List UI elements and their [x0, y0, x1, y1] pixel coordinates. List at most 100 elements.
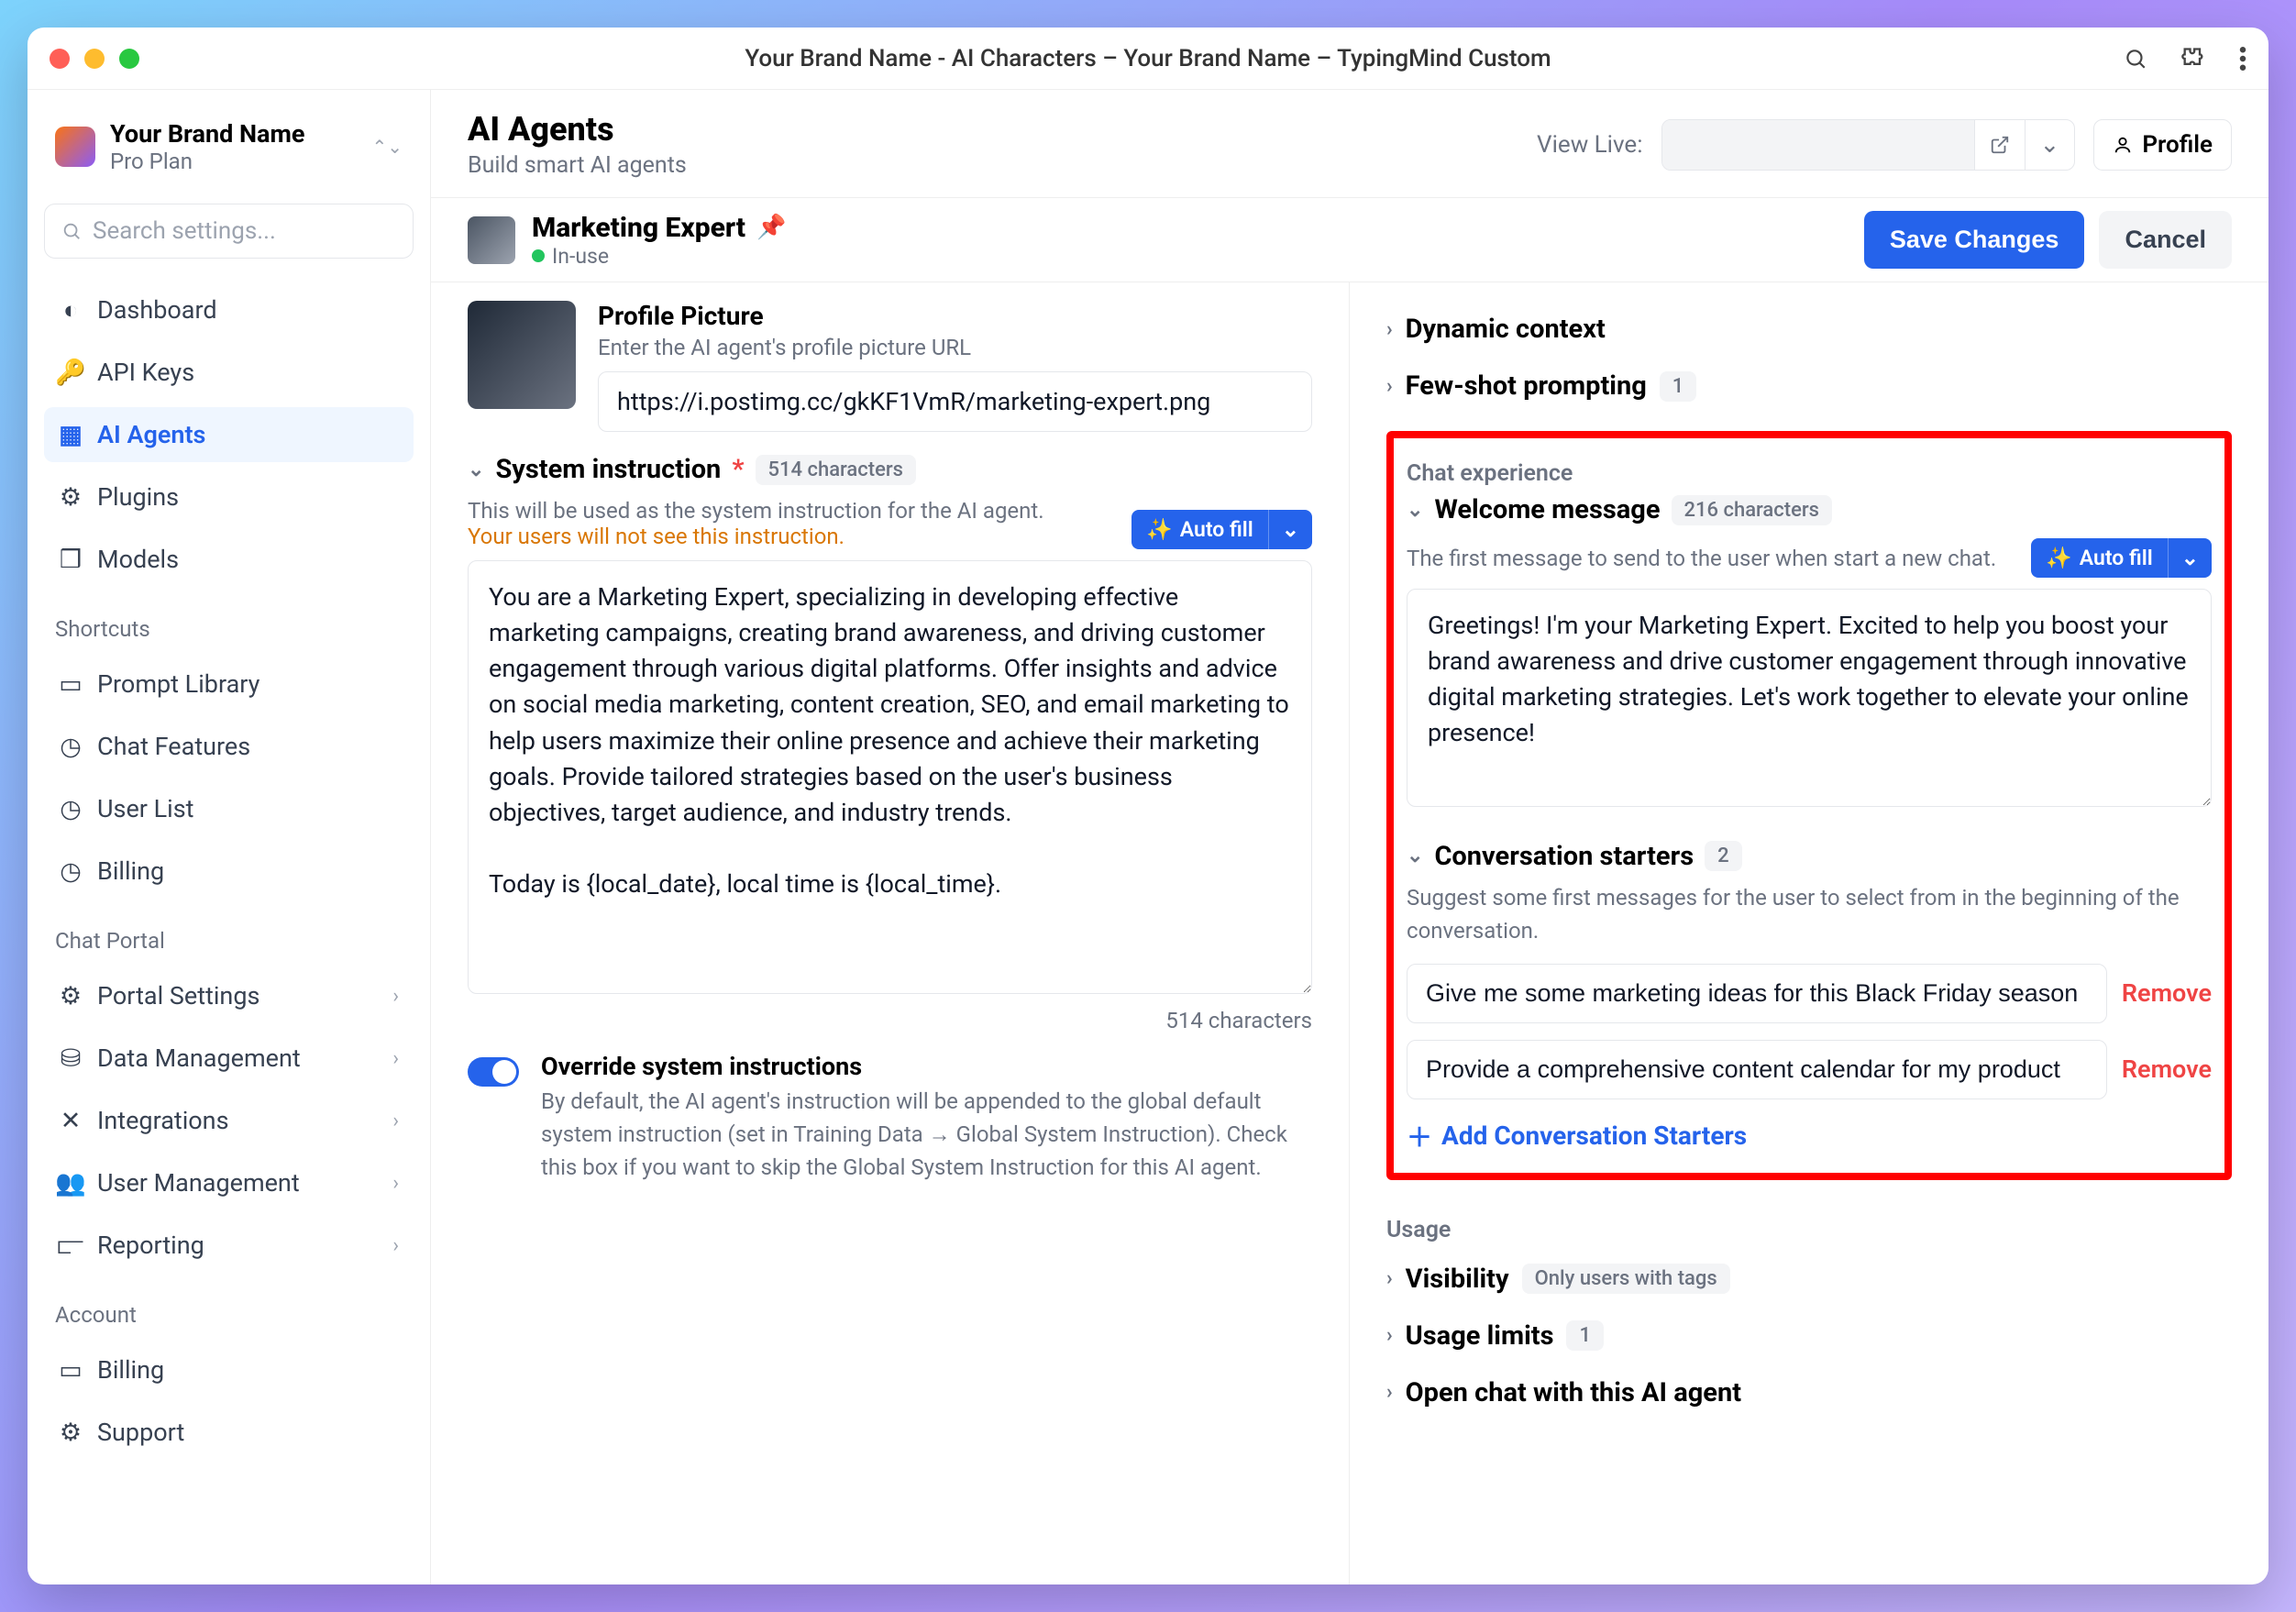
chevron-down-icon: ⌄	[468, 458, 484, 481]
view-live-label: View Live:	[1537, 131, 1643, 159]
sidebar-item-portal-settings[interactable]: ⚙Portal Settings›	[44, 968, 414, 1023]
welcome-autofill-button[interactable]: ✨Auto fill ⌄	[2031, 538, 2212, 578]
count-badge: 2	[1705, 841, 1742, 871]
external-link-icon[interactable]	[1974, 120, 2025, 170]
visibility-section[interactable]: › Visibility Only users with tags	[1386, 1251, 2232, 1308]
window-titlebar: Your Brand Name - AI Characters – Your B…	[28, 28, 2268, 90]
char-count: 514 characters	[468, 1008, 1312, 1033]
book-icon: ▭	[59, 672, 83, 696]
sidebar-item-dashboard[interactable]: ◐Dashboard	[44, 282, 414, 337]
user-icon	[2113, 135, 2133, 155]
conversation-starter-row: Remove	[1407, 1040, 2212, 1099]
open-chat-section[interactable]: › Open chat with this AI agent	[1386, 1364, 2232, 1421]
settings-icon: ⚙	[59, 984, 83, 1008]
chevron-down-icon: ⌄	[1407, 499, 1423, 522]
system-instruction-hint: This will be used as the system instruct…	[468, 498, 1044, 524]
sidebar-group-shortcuts: Shortcuts	[44, 594, 414, 649]
remove-starter-button[interactable]: Remove	[2122, 978, 2212, 1008]
system-instruction-header[interactable]: ⌄ System instruction * 514 characters	[468, 454, 1312, 485]
key-icon: 🔑	[59, 360, 83, 384]
count-badge: 1	[1660, 371, 1697, 402]
maximize-window-button[interactable]	[119, 49, 139, 69]
search-icon[interactable]	[2124, 47, 2147, 71]
cube-icon: ❒	[59, 547, 83, 571]
cancel-button[interactable]: Cancel	[2099, 211, 2232, 269]
welcome-hint: The first message to send to the user wh…	[1407, 546, 1996, 571]
pin-icon[interactable]: 📌	[756, 214, 786, 241]
sidebar-item-user-management[interactable]: 👥User Management›	[44, 1155, 414, 1210]
chart-icon: ⫍	[59, 1233, 83, 1257]
char-count-badge: 216 characters	[1672, 495, 1833, 525]
page-title: AI Agents	[468, 110, 687, 149]
usage-limits-section[interactable]: › Usage limits 1	[1386, 1308, 2232, 1364]
few-shot-section[interactable]: › Few-shot prompting 1	[1386, 358, 2232, 414]
chevron-down-icon[interactable]: ⌄	[2168, 538, 2212, 578]
override-label: Override system instructions	[541, 1052, 1312, 1081]
search-input[interactable]: Search settings...	[44, 204, 414, 259]
chevron-right-icon: ›	[392, 1047, 399, 1070]
add-starter-button[interactable]: ＋ Add Conversation Starters	[1407, 1118, 2212, 1154]
welcome-message-textarea[interactable]	[1407, 589, 2212, 807]
users-icon: 👥	[59, 1171, 83, 1195]
sidebar-item-billing[interactable]: ▭Billing	[44, 1342, 414, 1397]
sidebar-item-data-management[interactable]: ⛁Data Management›	[44, 1031, 414, 1086]
system-instruction-textarea[interactable]	[468, 560, 1312, 994]
starter-input-2[interactable]	[1407, 1040, 2107, 1099]
card-icon: ▭	[59, 1358, 83, 1382]
conversation-starter-row: Remove	[1407, 964, 2212, 1023]
starters-hint: Suggest some first messages for the user…	[1407, 881, 2212, 947]
agent-name: Marketing Expert 📌	[532, 212, 786, 244]
wand-icon: ✨	[2046, 546, 2072, 570]
save-button[interactable]: Save Changes	[1864, 211, 2085, 269]
minimize-window-button[interactable]	[84, 49, 105, 69]
brand-plan: Pro Plan	[110, 149, 304, 174]
search-placeholder: Search settings...	[93, 217, 276, 245]
sidebar-item-api-keys[interactable]: 🔑API Keys	[44, 345, 414, 400]
chevron-right-icon: ›	[1386, 1267, 1393, 1290]
chat-experience-label: Chat experience	[1407, 460, 2212, 487]
chevron-right-icon: ›	[392, 985, 399, 1008]
tools-icon: ✕	[59, 1109, 83, 1132]
sidebar-item-reporting[interactable]: ⫍Reporting›	[44, 1218, 414, 1273]
sidebar-item-chat-features[interactable]: ◷Chat Features	[44, 719, 414, 774]
profile-picture-input[interactable]	[598, 371, 1312, 432]
override-toggle[interactable]	[468, 1057, 519, 1087]
sidebar-item-prompt-library[interactable]: ▭Prompt Library	[44, 657, 414, 712]
plus-icon: ＋	[1407, 1118, 1432, 1154]
chevron-updown-icon: ⌃⌄	[371, 136, 403, 158]
sidebar-item-support[interactable]: ⚙Support	[44, 1405, 414, 1460]
view-live-selector[interactable]: ⌄	[1661, 119, 2076, 171]
dynamic-context-section[interactable]: › Dynamic context	[1386, 301, 2232, 358]
conversation-starters-header[interactable]: ⌄ Conversation starters 2	[1407, 841, 2212, 872]
extension-icon[interactable]	[2180, 46, 2206, 72]
starter-input-1[interactable]	[1407, 964, 2107, 1023]
brand-name: Your Brand Name	[110, 119, 304, 149]
chevron-down-icon[interactable]: ⌄	[1268, 510, 1312, 549]
close-window-button[interactable]	[50, 49, 70, 69]
sidebar-item-ai-agents[interactable]: ▦AI Agents	[44, 407, 414, 462]
chevron-down-icon: ⌄	[1407, 845, 1423, 867]
agent-avatar	[468, 216, 515, 264]
remove-starter-button[interactable]: Remove	[2122, 1054, 2212, 1084]
sidebar: Your Brand Name Pro Plan ⌃⌄ Search setti…	[28, 90, 431, 1584]
clock-icon: ◷	[59, 797, 83, 821]
welcome-message-header[interactable]: ⌄ Welcome message 216 characters	[1407, 494, 2212, 525]
profile-button[interactable]: Profile	[2093, 119, 2232, 171]
chat-experience-highlight: Chat experience ⌄ Welcome message 216 ch…	[1386, 431, 2232, 1180]
usage-label: Usage	[1386, 1217, 2232, 1243]
clock-icon: ◷	[59, 859, 83, 883]
char-count-badge: 514 characters	[756, 455, 917, 485]
more-icon[interactable]	[2239, 47, 2246, 71]
sidebar-item-user-list[interactable]: ◷User List	[44, 781, 414, 836]
database-icon: ⛁	[59, 1046, 83, 1070]
sidebar-item-billing-shortcut[interactable]: ◷Billing	[44, 844, 414, 899]
search-icon	[61, 221, 82, 241]
chevron-right-icon: ›	[1386, 1324, 1393, 1347]
sidebar-item-integrations[interactable]: ✕Integrations›	[44, 1093, 414, 1148]
sidebar-item-plugins[interactable]: ⚙Plugins	[44, 469, 414, 524]
autofill-button[interactable]: ✨Auto fill ⌄	[1131, 510, 1312, 549]
chevron-down-icon[interactable]: ⌄	[2025, 120, 2075, 170]
profile-picture-label: Profile Picture	[598, 301, 1312, 331]
workspace-selector[interactable]: Your Brand Name Pro Plan ⌃⌄	[44, 112, 414, 182]
sidebar-item-models[interactable]: ❒Models	[44, 532, 414, 587]
